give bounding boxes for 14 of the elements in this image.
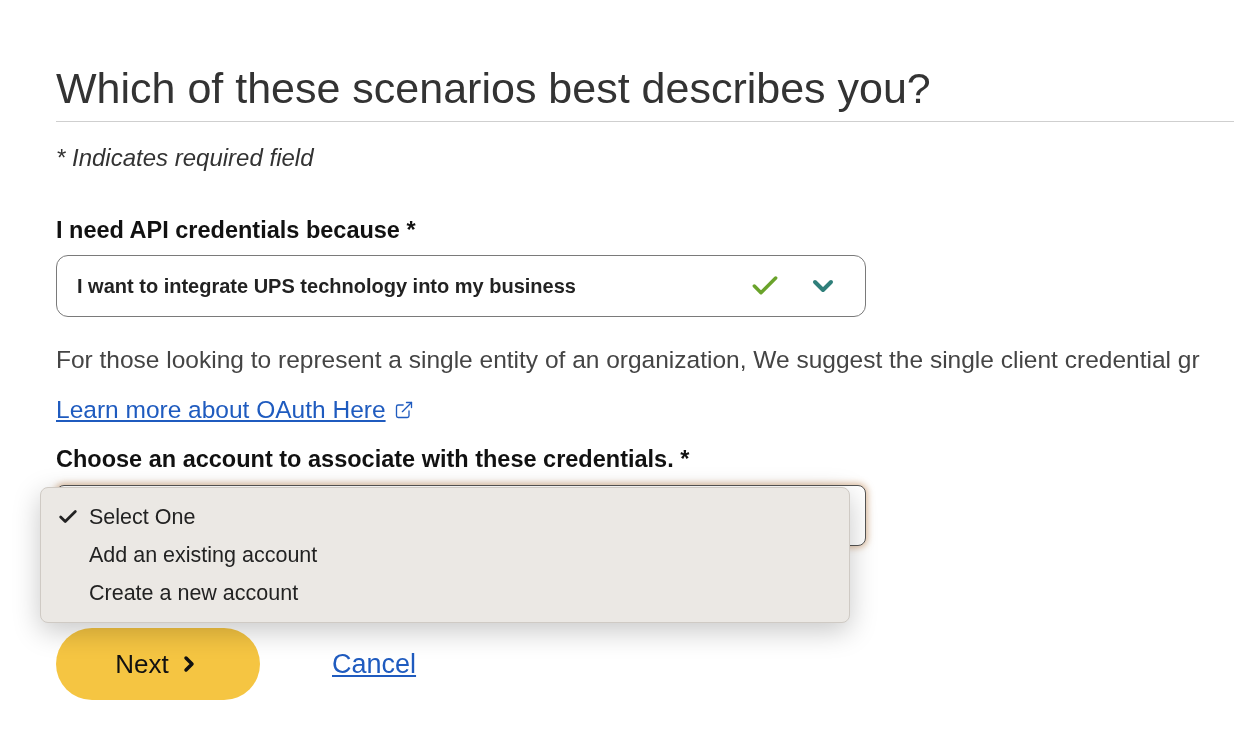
description-text: For those looking to represent a single entity of an organization, We suggest the single client credential gr xyxy=(56,346,1200,374)
next-button[interactable]: Next xyxy=(56,628,260,700)
dropdown-option[interactable]: Add an existing account xyxy=(41,536,849,574)
dropdown-option[interactable]: Create a new account xyxy=(41,574,849,612)
field-label: I need API credentials because * xyxy=(56,216,416,244)
dropdown-option[interactable]: Select One xyxy=(41,498,849,536)
page-heading: Which of these scenarios best describes you? xyxy=(56,64,931,112)
select-field[interactable]: I want to integrate UPS technology into my business xyxy=(56,255,866,317)
learn-more-link[interactable]: Learn more about OAuth Here xyxy=(56,396,414,424)
field-label: Choose an account to associate with these credentials. * xyxy=(56,445,690,473)
required-note: * Indicates required field xyxy=(56,144,314,172)
external-link-icon xyxy=(393,400,414,420)
select-value: I want to integrate UPS technology into my business xyxy=(77,274,577,299)
cancel-link[interactable]: Cancel xyxy=(332,643,417,685)
